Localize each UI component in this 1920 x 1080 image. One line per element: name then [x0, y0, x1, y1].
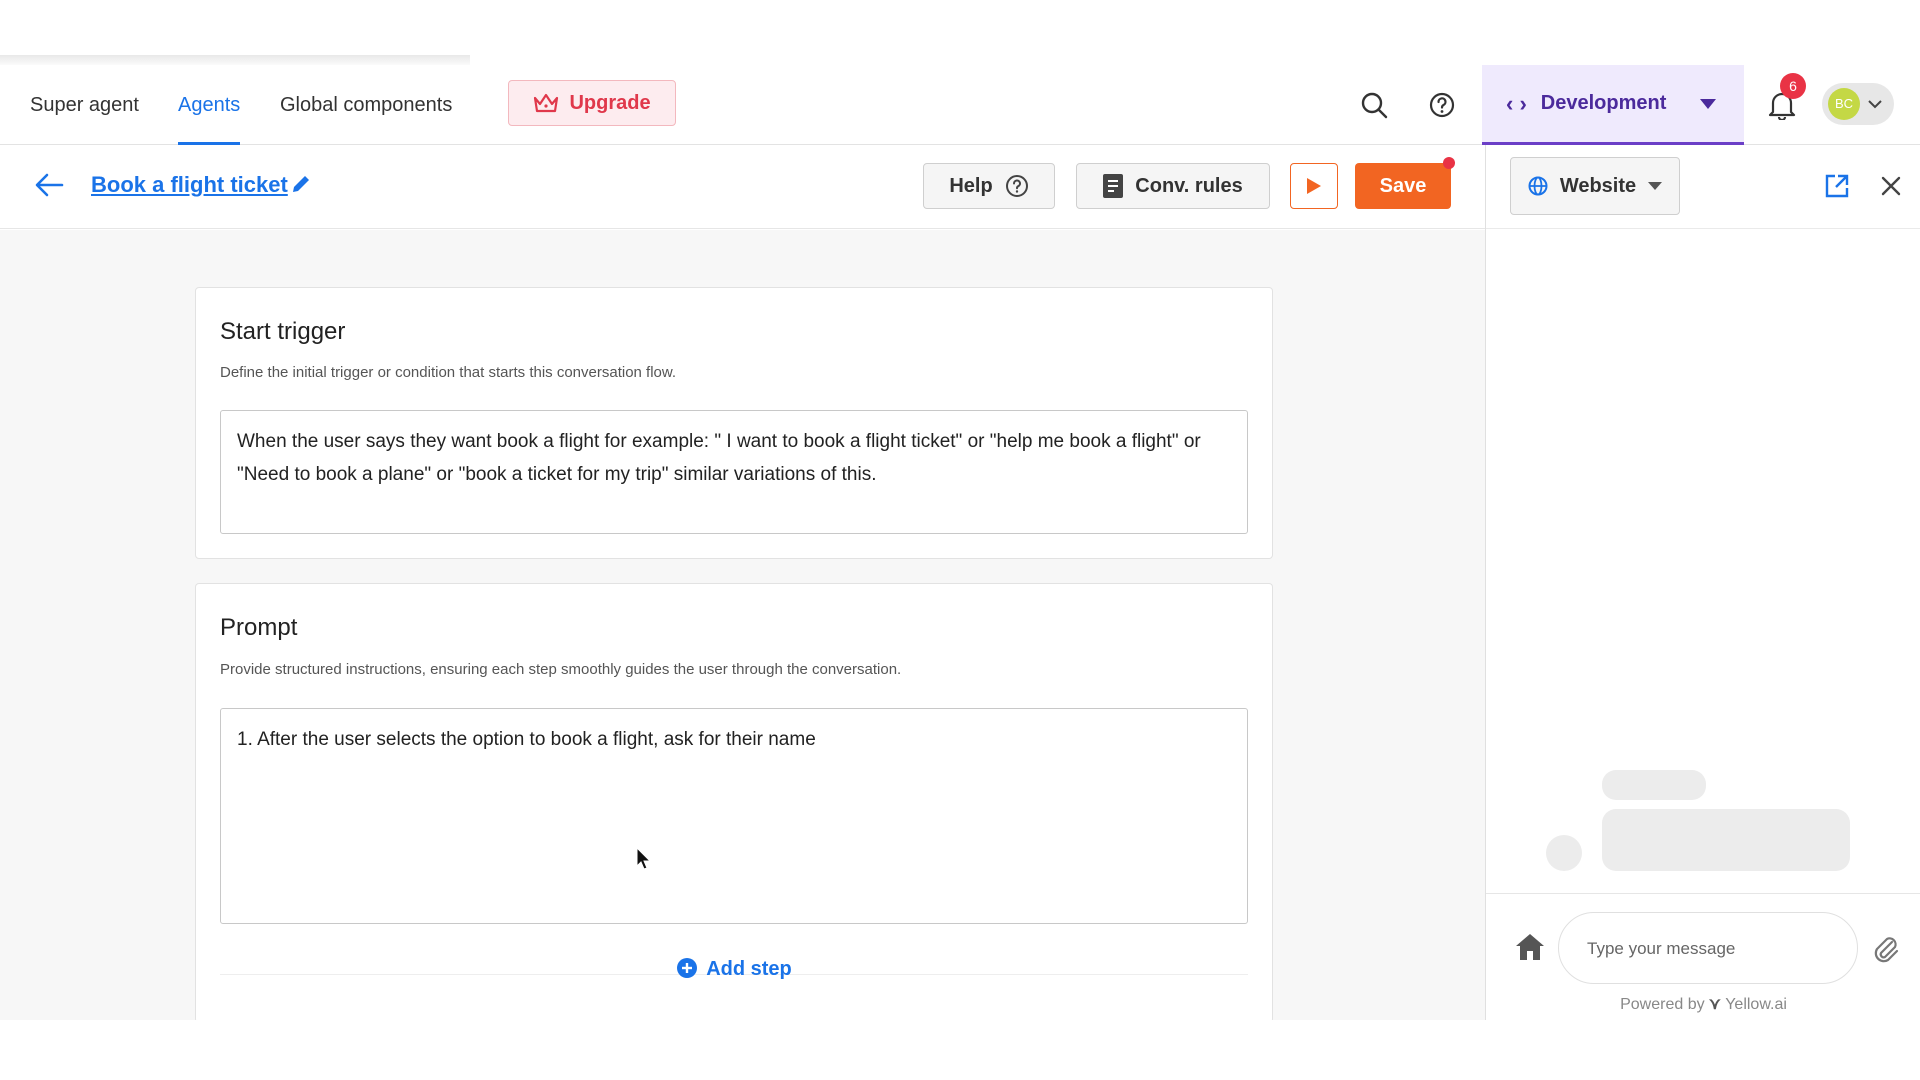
- caret-down-icon: [1700, 98, 1717, 109]
- message-input[interactable]: Type your message: [1558, 912, 1858, 984]
- start-trigger-textarea[interactable]: When the user says they want book a flig…: [220, 410, 1248, 534]
- close-icon: [1881, 176, 1901, 196]
- prompt-textarea[interactable]: 1. After the user selects the option to …: [220, 708, 1248, 924]
- conv-rules-label: Conv. rules: [1135, 174, 1243, 197]
- help-label: Help: [949, 174, 993, 197]
- loading-message-placeholder: [1602, 809, 1850, 871]
- globe-icon: [1528, 176, 1548, 196]
- open-external-button[interactable]: [1824, 173, 1850, 204]
- help-center-button[interactable]: [1422, 85, 1462, 125]
- crown-icon: [534, 93, 559, 113]
- notification-badge: 6: [1780, 73, 1806, 99]
- start-trigger-description: Define the initial trigger or condition …: [220, 364, 677, 381]
- chevron-down-icon: [1868, 99, 1882, 108]
- chat-footer: Type your message Powered by ⋎ Yellow.ai: [1486, 893, 1920, 1020]
- add-step-button[interactable]: Add step: [196, 957, 1272, 981]
- avatar: BC: [1828, 88, 1860, 120]
- prompt-heading: Prompt: [220, 614, 298, 641]
- edit-title-button[interactable]: [290, 173, 312, 200]
- agent-header: Book a flight ticket Help Conv. rules Sa…: [0, 145, 1485, 229]
- loading-placeholder: [1602, 770, 1706, 800]
- tab-super-agent[interactable]: Super agent: [30, 65, 139, 145]
- powered-by-label: Powered by: [1620, 996, 1705, 1013]
- environment-label: Development: [1540, 92, 1667, 114]
- home-icon: [1516, 934, 1544, 960]
- start-trigger-card: Start trigger Define the initial trigger…: [195, 287, 1273, 559]
- start-trigger-heading: Start trigger: [220, 318, 346, 345]
- brand-name: Yellow.ai: [1725, 996, 1787, 1013]
- document-icon: [1103, 174, 1124, 198]
- close-panel-button[interactable]: [1880, 175, 1902, 202]
- external-link-icon: [1825, 174, 1849, 198]
- arrow-left-icon: [35, 173, 64, 197]
- channel-selector[interactable]: Website: [1510, 157, 1680, 215]
- upgrade-label: Upgrade: [569, 91, 651, 114]
- tab-global-components[interactable]: Global components: [280, 65, 452, 145]
- question-circle-icon: [1429, 92, 1455, 118]
- home-button[interactable]: [1514, 932, 1546, 967]
- play-button[interactable]: [1290, 163, 1338, 209]
- unsaved-indicator: [1443, 157, 1455, 169]
- plus-circle-icon: [677, 958, 698, 978]
- conv-rules-button[interactable]: Conv. rules: [1076, 163, 1270, 209]
- upgrade-button[interactable]: Upgrade: [508, 80, 676, 126]
- channel-label: Website: [1559, 174, 1637, 197]
- powered-by: Powered by ⋎ Yellow.ai: [1486, 994, 1920, 1014]
- save-button[interactable]: Save: [1355, 163, 1451, 209]
- caret-down-icon: [1648, 182, 1663, 190]
- back-button[interactable]: [34, 171, 64, 204]
- play-icon: [1307, 178, 1321, 194]
- agent-title-link[interactable]: Book a flight ticket: [91, 172, 288, 198]
- app-screen: Super agent Agents Global components Upg…: [0, 0, 1920, 1080]
- tab-agents[interactable]: Agents: [178, 65, 241, 145]
- paperclip-icon: [1874, 937, 1899, 963]
- search-icon: [1361, 92, 1388, 119]
- search-button[interactable]: [1354, 85, 1394, 125]
- loading-avatar-placeholder: [1546, 835, 1582, 871]
- preview-panel: Website Type your message Powered by ⋎ Y…: [1485, 145, 1920, 1020]
- environment-selector[interactable]: ‹ › Development: [1482, 65, 1744, 145]
- prompt-card: Prompt Provide structured instructions, …: [195, 583, 1273, 1023]
- help-button[interactable]: Help: [923, 163, 1055, 209]
- code-icon: ‹ ›: [1506, 90, 1527, 116]
- bottom-strip: [0, 1020, 1920, 1080]
- add-step-label: Add step: [706, 958, 792, 980]
- top-nav: Super agent Agents Global components Upg…: [0, 65, 1920, 145]
- preview-header: Website: [1486, 145, 1920, 229]
- pencil-icon: [293, 176, 309, 192]
- user-menu[interactable]: BC: [1822, 83, 1894, 125]
- attach-button[interactable]: [1872, 932, 1900, 969]
- prompt-description: Provide structured instructions, ensurin…: [220, 661, 902, 678]
- yellow-logo-icon: ⋎: [1709, 996, 1726, 1013]
- question-circle-icon: [1005, 175, 1028, 197]
- mouse-cursor-icon: [636, 846, 652, 876]
- editor-area: Start trigger Define the initial trigger…: [0, 230, 1485, 1023]
